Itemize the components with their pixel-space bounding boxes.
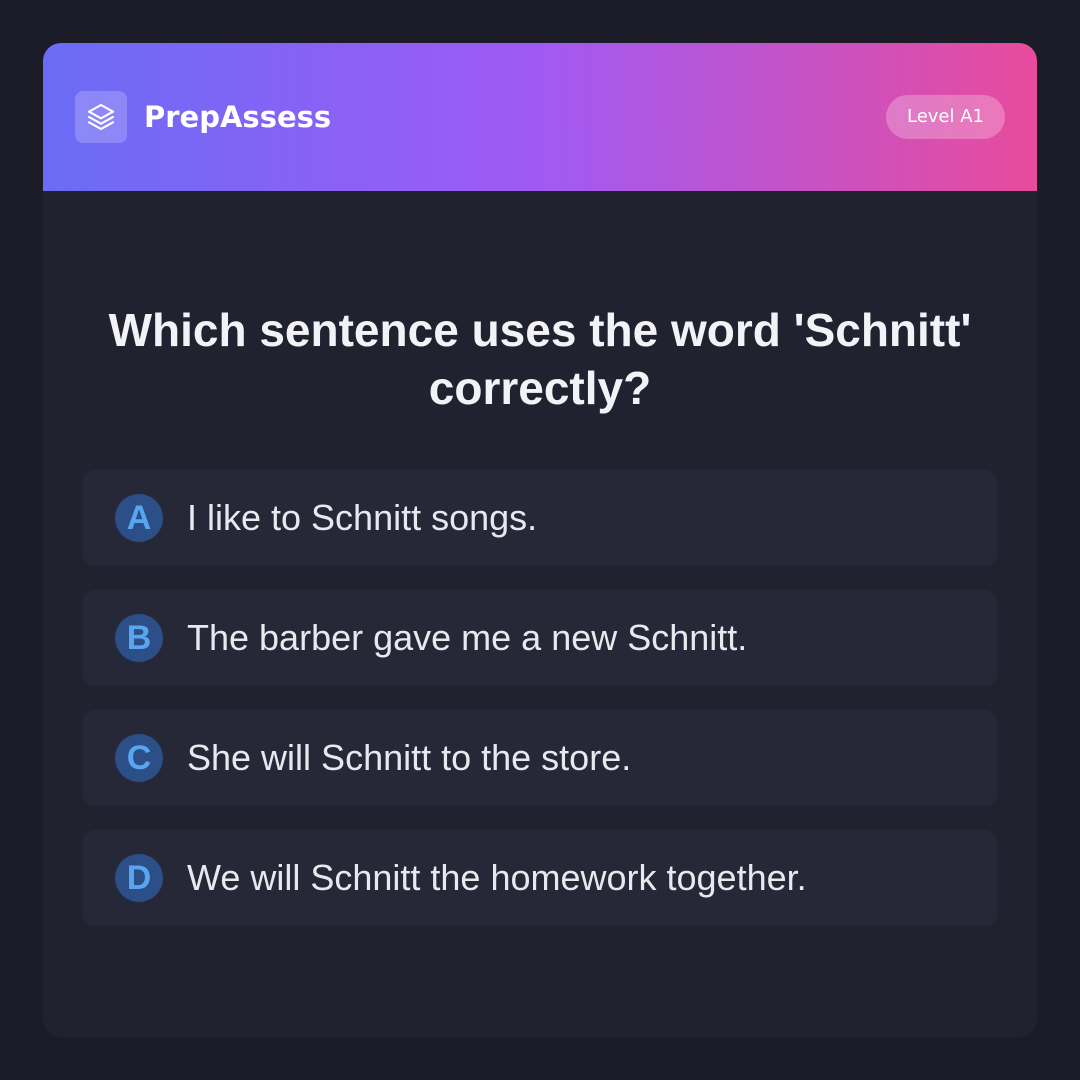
option-text: We will Schnitt the homework together. [187,857,807,898]
quiz-header: PrepAssess Level A1 [43,43,1037,191]
option-text: The barber gave me a new Schnitt. [187,617,748,658]
option-text: I like to Schnitt songs. [187,497,538,538]
layers-icon [87,103,115,131]
option-d[interactable]: D We will Schnitt the homework together. [83,830,997,926]
level-badge: Level A1 [885,95,1005,139]
option-c[interactable]: C She will Schnitt to the store. [83,710,997,806]
brand-name: PrepAssess [144,100,332,134]
option-letter-badge: B [115,614,163,662]
option-b[interactable]: B The barber gave me a new Schnitt. [83,590,997,686]
logo [75,91,127,143]
option-letter-badge: C [115,734,163,782]
option-a[interactable]: A I like to Schnitt songs. [83,470,997,566]
option-letter-badge: D [115,854,163,902]
question-text: Which sentence uses the word 'Schnitt' c… [108,304,972,414]
option-text: She will Schnitt to the store. [187,737,632,778]
quiz-card: PrepAssess Level A1 Which sentence uses … [43,43,1037,1037]
option-letter-badge: A [115,494,163,542]
